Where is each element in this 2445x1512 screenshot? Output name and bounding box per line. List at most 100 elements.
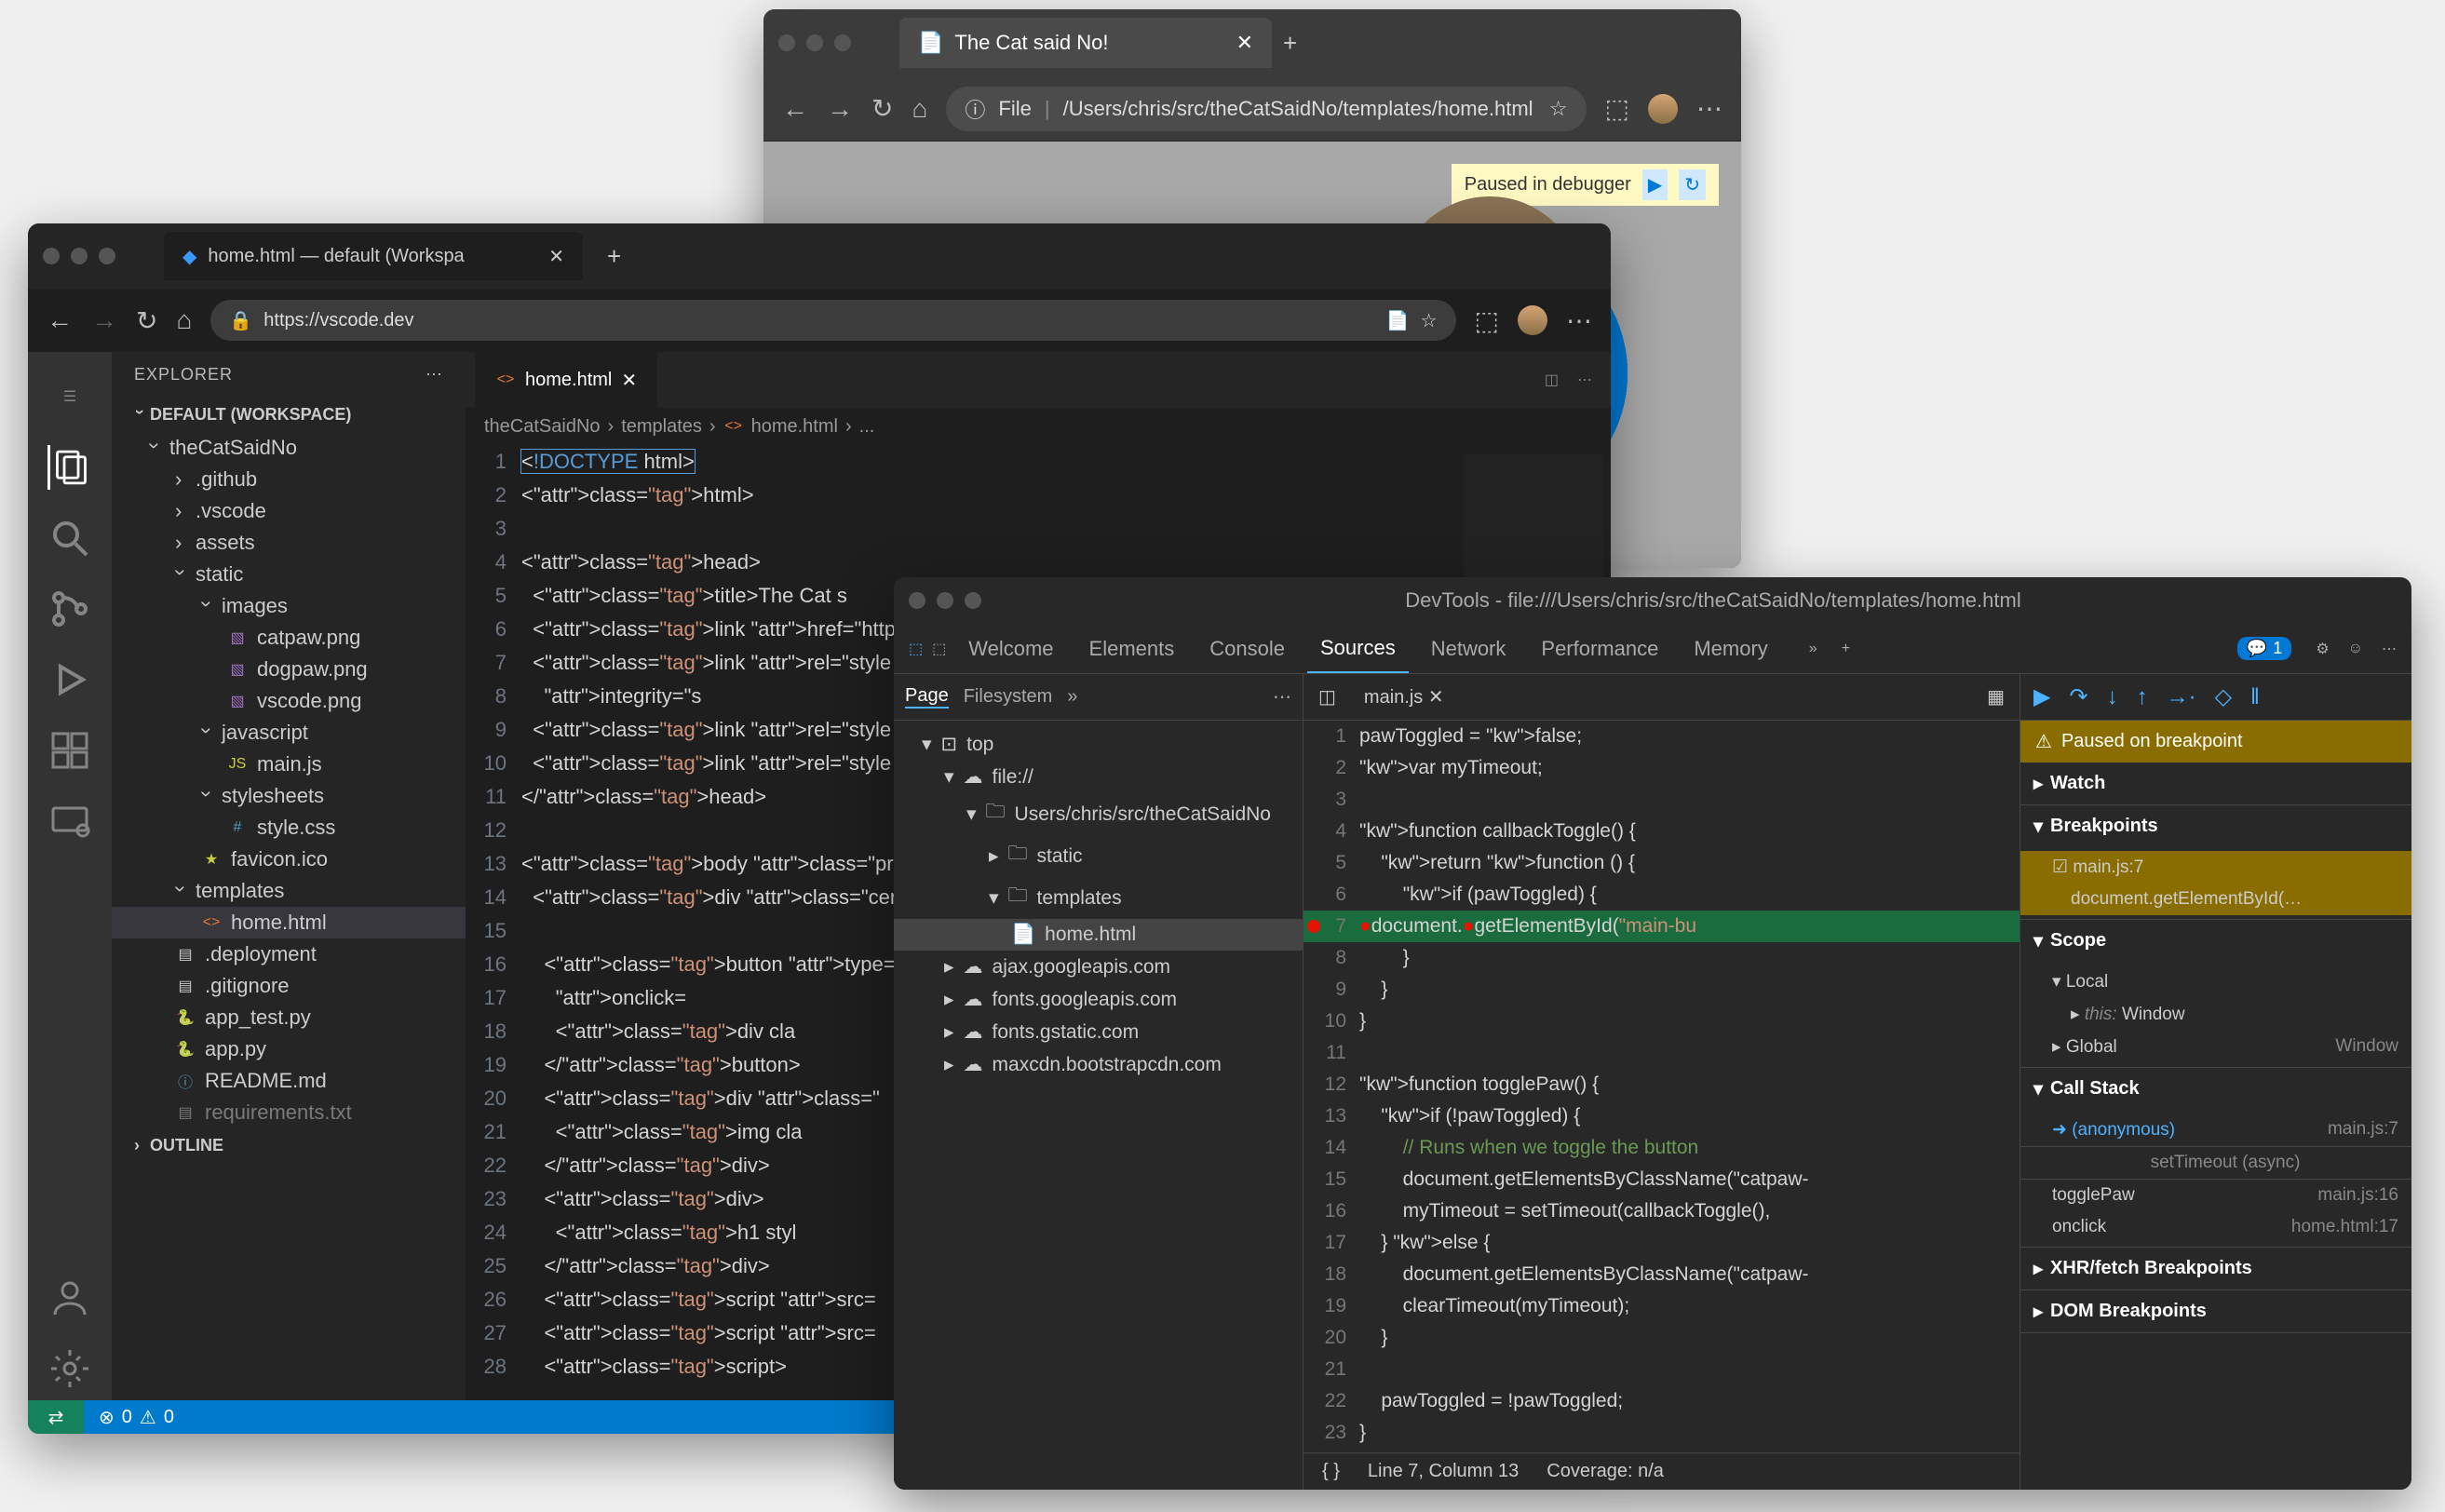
profile-avatar[interactable] <box>1648 94 1678 124</box>
watch-section[interactable]: ▸ Watch <box>2020 763 2411 805</box>
file-requirements[interactable]: ▤requirements.txt <box>112 1097 466 1128</box>
explorer-icon[interactable] <box>47 445 92 490</box>
close-tab-icon[interactable]: ✕ <box>1236 31 1253 55</box>
close-tab-icon[interactable]: ✕ <box>621 369 637 392</box>
extensions-icon[interactable] <box>47 728 92 773</box>
minimize-icon[interactable] <box>806 34 823 51</box>
tree-templates[interactable]: ▾🗀 templates <box>894 877 1303 919</box>
reader-icon[interactable]: 📄 <box>1386 309 1410 332</box>
tab-console[interactable]: Console <box>1196 626 1298 672</box>
tree-fonts1[interactable]: ▸☁ fonts.googleapis.com <box>894 983 1303 1016</box>
outline-section[interactable]: › OUTLINE <box>112 1128 466 1163</box>
tab-memory[interactable]: Memory <box>1681 626 1780 672</box>
file-apptest[interactable]: 🐍app_test.py <box>112 1002 466 1033</box>
minimize-icon[interactable] <box>937 592 953 609</box>
scope-local[interactable]: ▾ Local <box>2020 965 2411 998</box>
step-into-button[interactable]: ↓ <box>2107 684 2118 710</box>
forward-button[interactable]: → <box>91 305 117 335</box>
breakpoints-header[interactable]: ▾ Breakpoints <box>2020 805 2411 847</box>
home-button[interactable]: ⌂ <box>176 305 192 335</box>
favorite-icon[interactable]: ☆ <box>1549 97 1568 121</box>
file-deployment[interactable]: ▤.deployment <box>112 938 466 970</box>
extensions-icon[interactable]: ⬚ <box>1605 93 1629 124</box>
step-button[interactable]: →· <box>2167 684 2196 710</box>
scope-header[interactable]: ▾ Scope <box>2020 920 2411 962</box>
maximize-icon[interactable] <box>99 248 115 264</box>
editor-tab-home[interactable]: <> home.html ✕ <box>475 352 657 408</box>
callframe-0[interactable]: ➜ (anonymous) main.js:7 <box>2020 1114 2411 1146</box>
callframe-1[interactable]: togglePaw main.js:16 <box>2020 1180 2411 1211</box>
more-actions-icon[interactable]: ⋯ <box>1577 371 1592 389</box>
folder-root[interactable]: ›theCatSaidNo <box>112 432 466 464</box>
resume-button[interactable]: ▶ <box>2033 683 2050 710</box>
remote-indicator[interactable]: ⇄ <box>28 1400 84 1434</box>
add-tab-icon[interactable]: + <box>1842 641 1850 657</box>
folder-vscode[interactable]: ›.vscode <box>112 495 466 527</box>
breakpoint-item[interactable]: ☑ main.js:7 <box>2020 851 2411 884</box>
info-icon[interactable]: ⓘ <box>965 94 985 124</box>
tree-ajax[interactable]: ▸☁ ajax.googleapis.com <box>894 951 1303 983</box>
folder-images[interactable]: ›images <box>112 590 466 622</box>
browser-tab[interactable]: ◆ home.html — default (Workspa ✕ <box>164 232 583 280</box>
favorite-icon[interactable]: ☆ <box>1421 309 1438 332</box>
file-stylecss[interactable]: #style.css <box>112 812 466 844</box>
scope-global[interactable]: ▸ Global Window <box>2020 1031 2411 1063</box>
more-icon[interactable]: ▦ <box>1987 685 2005 709</box>
dom-bp-section[interactable]: ▸ DOM Breakpoints <box>2020 1290 2411 1333</box>
callstack-header[interactable]: ▾ Call Stack <box>2020 1068 2411 1110</box>
pause-exceptions-button[interactable]: ‖ <box>2250 684 2260 710</box>
tab-page[interactable]: Page <box>905 685 949 709</box>
more-icon[interactable]: ⋯ <box>2382 640 2397 658</box>
debug-icon[interactable] <box>47 657 92 702</box>
tab-filesystem[interactable]: Filesystem <box>964 686 1053 708</box>
close-icon[interactable] <box>778 34 795 51</box>
source-control-icon[interactable] <box>47 587 92 631</box>
home-button[interactable]: ⌂ <box>912 94 927 124</box>
close-icon[interactable] <box>909 592 925 609</box>
close-tab-icon[interactable]: ✕ <box>548 245 564 268</box>
address-bar[interactable]: 🔒 https://vscode.dev 📄 ☆ <box>210 300 1455 341</box>
file-tab-mainjs[interactable]: main.js ✕ <box>1364 685 1444 709</box>
tab-network[interactable]: Network <box>1418 626 1520 672</box>
split-editor-icon[interactable]: ◫ <box>1545 371 1559 389</box>
file-readme[interactable]: ⓘREADME.md <box>112 1065 466 1097</box>
address-bar[interactable]: ⓘ File | /Users/chris/src/theCatSaidNo/t… <box>946 87 1586 131</box>
file-homehtml[interactable]: <>home.html <box>112 907 466 938</box>
deactivate-bp-button[interactable]: ◇ <box>2215 683 2232 710</box>
more-icon[interactable]: ⋯ <box>1273 685 1291 709</box>
tree-maxcdn[interactable]: ▸☁ maxcdn.bootstrapcdn.com <box>894 1048 1303 1081</box>
xhr-section[interactable]: ▸ XHR/fetch Breakpoints <box>2020 1248 2411 1290</box>
settings-icon[interactable]: ⚙ <box>2316 640 2329 658</box>
back-button[interactable]: ← <box>47 305 73 335</box>
menu-icon[interactable]: ⋯ <box>1566 305 1592 336</box>
file-catpaw[interactable]: ▧catpaw.png <box>112 622 466 654</box>
step-out-button[interactable]: ↑ <box>2137 684 2148 710</box>
settings-icon[interactable] <box>47 1346 92 1391</box>
account-icon[interactable] <box>47 1276 92 1320</box>
menu-icon[interactable]: ⋯ <box>1696 93 1722 124</box>
breadcrumb[interactable]: theCatSaidNo › templates › <> home.html … <box>466 408 1611 445</box>
search-icon[interactable] <box>47 516 92 560</box>
menu-icon[interactable]: ☰ <box>47 374 92 419</box>
feedback-icon[interactable]: ☺ <box>2348 641 2363 657</box>
folder-static[interactable]: ›static <box>112 559 466 590</box>
scope-this[interactable]: ▸ this: Window <box>2020 998 2411 1031</box>
tree-users[interactable]: ▾🗀 Users/chris/src/theCatSaidNo <box>894 793 1303 835</box>
tree-top[interactable]: ▾⊡ top <box>894 728 1303 761</box>
step-over-button[interactable]: ↷ <box>2069 683 2087 710</box>
maximize-icon[interactable] <box>834 34 851 51</box>
refresh-button[interactable]: ↻ <box>136 305 157 336</box>
tree-homehtml[interactable]: 📄 home.html <box>894 919 1303 951</box>
toggle-nav-icon[interactable]: ◫ <box>1318 685 1336 709</box>
folder-stylesheets[interactable]: ›stylesheets <box>112 780 466 812</box>
workspace-section[interactable]: › DEFAULT (WORKSPACE) <box>112 398 466 432</box>
file-favicon[interactable]: ★favicon.ico <box>112 844 466 875</box>
tree-fonts2[interactable]: ▸☁ fonts.gstatic.com <box>894 1016 1303 1048</box>
tree-static[interactable]: ▸🗀 static <box>894 835 1303 877</box>
pretty-print-icon[interactable]: { } <box>1322 1461 1340 1482</box>
file-dogpaw[interactable]: ▧dogpaw.png <box>112 654 466 685</box>
browser-tab[interactable]: 📄 The Cat said No! ✕ <box>899 18 1272 68</box>
forward-button[interactable]: → <box>827 94 853 124</box>
tab-sources[interactable]: Sources <box>1307 625 1409 673</box>
profile-avatar[interactable] <box>1518 305 1547 335</box>
